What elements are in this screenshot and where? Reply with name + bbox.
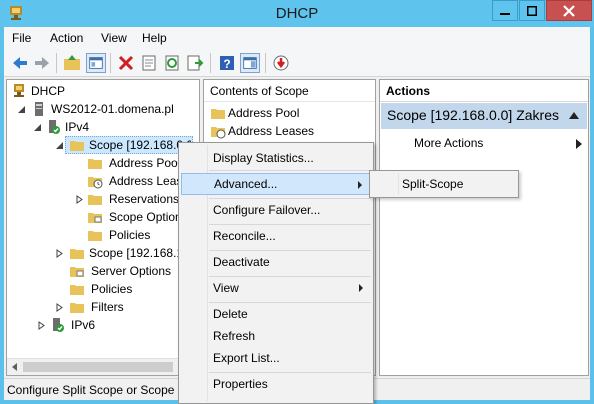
export-list-icon[interactable] <box>185 53 205 73</box>
address-leases-icon <box>211 127 226 139</box>
collapse-arrow-icon[interactable] <box>17 105 26 114</box>
submenu-arrow-icon <box>359 284 363 292</box>
up-folder-icon[interactable] <box>62 53 82 73</box>
actions-scope-label: Scope [192.168.0.0] Zakres <box>387 107 559 123</box>
address-pool-icon <box>88 159 102 169</box>
server-options-icon <box>70 267 84 277</box>
properties-icon[interactable] <box>139 53 159 73</box>
folder-icon <box>70 141 84 151</box>
menu-file[interactable]: File <box>12 31 31 45</box>
minimize-icon <box>500 12 510 15</box>
show-hide-action-pane-icon[interactable] <box>240 53 260 73</box>
svg-text:?: ? <box>223 57 230 71</box>
menu-reconcile[interactable]: Reconcile... <box>181 225 371 247</box>
forward-icon[interactable] <box>32 53 52 73</box>
menu-bar: File Action View Help <box>4 27 590 49</box>
more-actions-arrow-icon <box>576 139 582 149</box>
delete-icon[interactable] <box>116 53 136 73</box>
menu-delete[interactable]: Delete <box>181 303 371 325</box>
title-bar: DHCP <box>0 0 594 27</box>
collapse-arrow-icon[interactable] <box>55 141 64 150</box>
folder-icon <box>88 195 102 205</box>
expand-arrow-icon[interactable] <box>55 249 64 258</box>
address-leases-icon <box>88 177 103 189</box>
server-icon <box>35 102 43 116</box>
advanced-submenu: Split-Scope <box>369 170 519 198</box>
menu-view[interactable]: View <box>181 277 371 299</box>
submenu-arrow-icon <box>358 181 362 189</box>
context-menu: Display Statistics... Advanced... Config… <box>178 142 374 404</box>
filters-icon <box>70 303 84 313</box>
policies-icon <box>70 285 84 295</box>
menu-split-scope[interactable]: Split-Scope <box>402 177 463 191</box>
address-pool-icon <box>211 109 225 119</box>
menu-view[interactable]: View <box>101 31 127 45</box>
expand-arrow-icon[interactable] <box>55 303 64 312</box>
close-button[interactable] <box>546 0 592 21</box>
collapse-up-icon[interactable] <box>569 112 579 119</box>
refresh-icon[interactable] <box>162 53 182 73</box>
scroll-thumb[interactable] <box>23 362 173 372</box>
dhcp-icon <box>14 84 24 97</box>
menu-deactivate[interactable]: Deactivate <box>181 251 371 273</box>
maximize-icon <box>527 5 537 16</box>
close-icon <box>563 4 575 17</box>
actions-scope-section[interactable]: Scope [192.168.0.0] Zakres <box>381 103 587 129</box>
actions-header: Actions <box>380 80 588 102</box>
help-icon[interactable]: ? <box>217 53 237 73</box>
ipv6-icon <box>53 318 64 332</box>
expand-arrow-icon[interactable] <box>75 195 84 204</box>
toolbar: ? <box>4 49 590 77</box>
policies-icon <box>88 231 102 241</box>
minimize-button[interactable] <box>492 0 518 21</box>
menu-action[interactable]: Action <box>50 31 83 45</box>
menu-help[interactable]: Help <box>142 31 167 45</box>
actions-pane: Actions Scope [192.168.0.0] Zakres More … <box>379 79 589 376</box>
expand-arrow-icon[interactable] <box>37 321 46 330</box>
scope-options-icon <box>88 213 102 223</box>
menu-properties[interactable]: Properties <box>181 373 371 395</box>
more-actions[interactable]: More Actions <box>414 136 483 150</box>
folder-icon <box>70 249 84 259</box>
scroll-left-icon[interactable] <box>11 363 19 371</box>
back-icon[interactable] <box>10 53 30 73</box>
column-header[interactable]: Contents of Scope <box>204 80 375 102</box>
tree-horizontal-scrollbar[interactable] <box>7 358 199 375</box>
ipv4-icon <box>49 120 60 134</box>
menu-advanced[interactable]: Advanced... <box>181 173 371 195</box>
menu-refresh[interactable]: Refresh <box>181 325 371 347</box>
maximize-button[interactable] <box>519 0 545 21</box>
menu-configure-failover[interactable]: Configure Failover... <box>181 199 371 221</box>
menu-display-statistics[interactable]: Display Statistics... <box>181 147 371 169</box>
tree-pane: DHCP WS2012-01.domena.pl IPv4 Scope [192… <box>6 79 200 376</box>
show-hide-tree-icon[interactable] <box>86 53 106 73</box>
menu-export-list[interactable]: Export List... <box>181 347 371 369</box>
collapse-arrow-icon[interactable] <box>33 123 42 132</box>
deactivate-icon[interactable] <box>271 53 291 73</box>
